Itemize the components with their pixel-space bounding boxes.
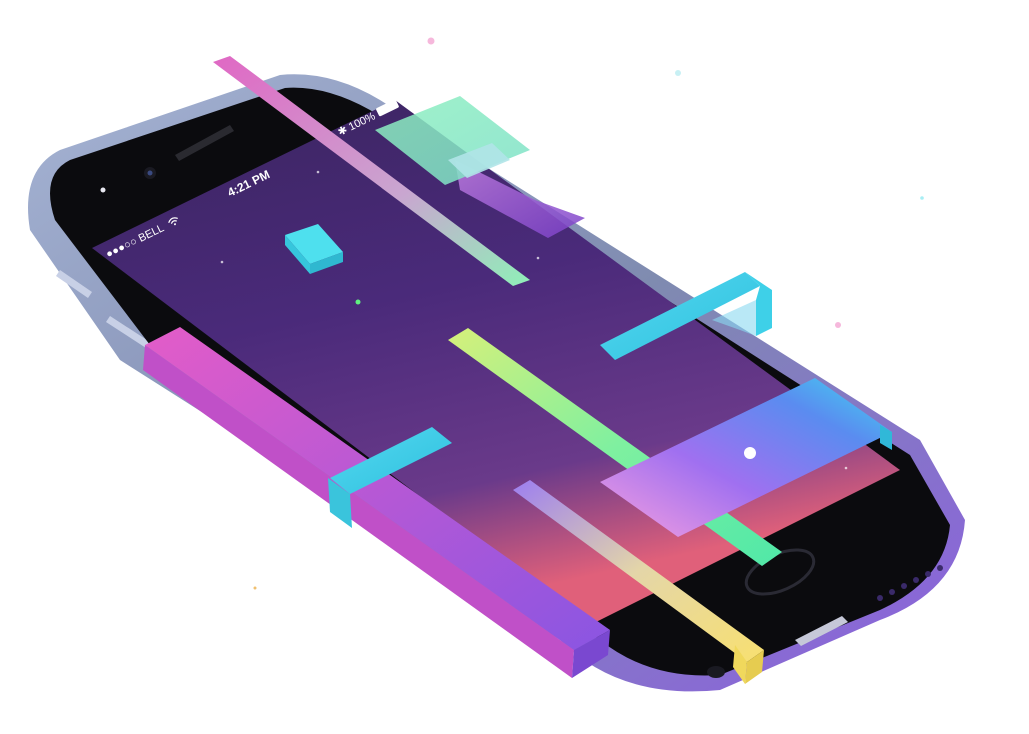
phone-illustration: ●●●○○ BELL 4:21 PM ✱ 100% [28,37,965,692]
headphone-jack-icon [707,666,725,678]
sensor-icon [100,187,106,193]
hero-illustration: ●●●○○ BELL 4:21 PM ✱ 100% [0,0,1029,734]
white-ball [744,447,756,459]
green-dot [355,299,361,305]
